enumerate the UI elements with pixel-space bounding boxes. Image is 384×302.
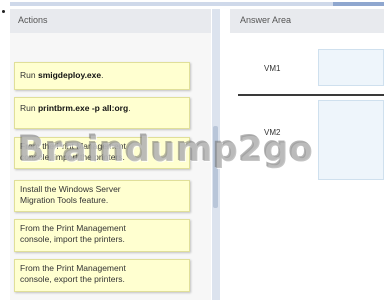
top-border [10, 2, 384, 6]
actions-scrollbar[interactable] [213, 126, 218, 208]
action-text-suffix: . [128, 103, 131, 113]
action-install-migration-tools[interactable]: Install the Windows Server Migration Too… [14, 180, 190, 212]
action-line-2: console, import the printers. [20, 152, 125, 162]
vm2-label: VM2 [264, 128, 281, 137]
action-run-printbrm[interactable]: Run printbrm.exe -p all:org. [14, 97, 190, 129]
action-line-1: From the Print Management [20, 223, 126, 233]
action-text-prefix: Run [20, 103, 38, 113]
action-command: printbrm.exe -p all:org [37, 103, 129, 113]
action-command: smigdeploy.exe [37, 70, 102, 80]
answer-area-title: Answer Area [240, 15, 292, 25]
action-line-2: console, import the printers. [20, 234, 125, 244]
action-line-2: console, export the printers. [20, 274, 125, 284]
action-line-1: Install the Windows Server [20, 184, 121, 194]
action-print-management-export[interactable]: From the Print Management console, expor… [14, 259, 190, 292]
vm1-drop-slot[interactable] [318, 49, 384, 86]
top-border-accent [333, 2, 384, 6]
action-line-1: From the Print Management [20, 141, 126, 151]
actions-title: Actions [18, 15, 48, 25]
action-text-prefix: Run [20, 70, 38, 80]
action-text-suffix: . [101, 70, 104, 80]
action-run-smigdeploy[interactable]: Run smigdeploy.exe. [14, 62, 190, 90]
action-line-2: Migration Tools feature. [20, 195, 109, 205]
vm1-label: VM1 [264, 64, 281, 73]
vm2-drop-slot[interactable] [318, 100, 384, 180]
action-print-management-import-1[interactable]: From the Print Management console, impor… [14, 137, 190, 169]
bullet-marker [2, 10, 5, 13]
action-line-1: From the Print Management [20, 263, 126, 273]
answer-separator [238, 94, 384, 96]
action-print-management-import[interactable]: From the Print Management console, impor… [14, 219, 190, 252]
